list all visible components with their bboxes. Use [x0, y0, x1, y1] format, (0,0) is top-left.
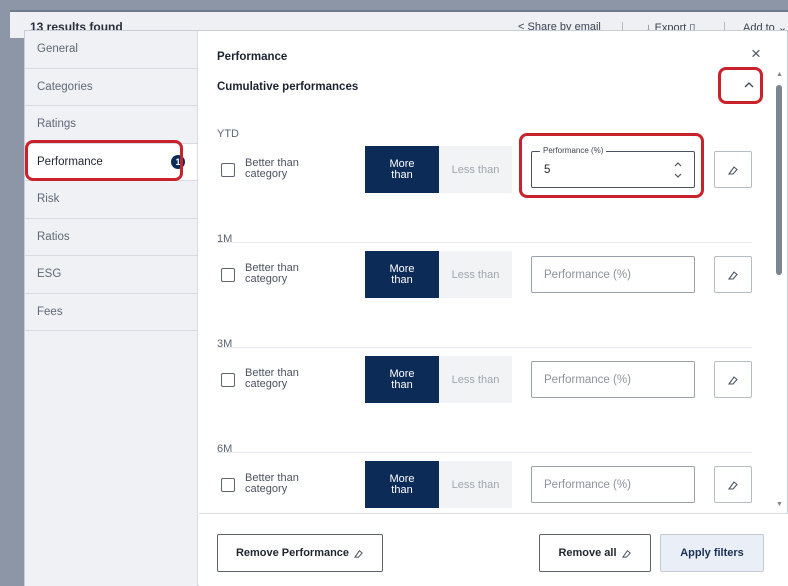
less-than-toggle[interactable]: Less than: [439, 461, 512, 508]
more-than-toggle[interactable]: More than: [365, 461, 439, 508]
reset-row-button[interactable]: [714, 151, 752, 188]
checkbox-label: Better than category: [245, 367, 299, 390]
row-1m: 1M Better than category More than Less t…: [199, 206, 774, 311]
better-than-category-checkbox[interactable]: [221, 163, 235, 177]
better-than-category-checkbox[interactable]: [221, 478, 235, 492]
row-label: YTD: [217, 128, 239, 140]
number-stepper[interactable]: [674, 162, 682, 178]
more-than-toggle[interactable]: More than: [365, 146, 439, 193]
less-than-toggle[interactable]: Less than: [439, 251, 512, 298]
row-3m: 3M Better than category More than Less t…: [199, 311, 774, 416]
eraser-icon: [727, 270, 738, 280]
scrollbar-thumb[interactable]: [776, 85, 782, 275]
apply-filters-button[interactable]: Apply filters: [660, 534, 764, 572]
better-than-category-checkbox[interactable]: [221, 268, 235, 282]
collapse-section-button[interactable]: [737, 73, 761, 97]
row-label: 1M: [217, 233, 233, 245]
stepper-down-icon[interactable]: [674, 173, 682, 178]
sidebar-item-esg[interactable]: ESG: [25, 256, 197, 294]
more-than-toggle[interactable]: More than: [365, 251, 439, 298]
row-ytd: YTD Better than category More than Less …: [199, 101, 774, 206]
close-icon: ×: [751, 44, 761, 63]
performance-rows: YTD Better than category More than Less …: [199, 101, 774, 511]
eraser-icon: [727, 375, 738, 385]
performance-input[interactable]: Performance (%): [531, 466, 695, 503]
sidebar-item-performance[interactable]: Performance 1: [25, 143, 197, 181]
row-6m: 6M Better than category More than Less t…: [199, 416, 774, 511]
less-than-toggle[interactable]: Less than: [439, 146, 512, 193]
input-placeholder: Performance (%): [544, 373, 631, 386]
sidebar-item-fees[interactable]: Fees: [25, 294, 197, 331]
performance-input[interactable]: Performance (%): [531, 361, 695, 398]
input-placeholder: Performance (%): [544, 478, 631, 491]
sidebar-item-risk[interactable]: Risk: [25, 181, 197, 219]
more-than-toggle[interactable]: More than: [365, 356, 439, 403]
input-placeholder: Performance (%): [544, 268, 631, 281]
performance-input[interactable]: Performance (%): [531, 256, 695, 293]
chevron-up-icon: [744, 82, 754, 88]
row-label: 3M: [217, 338, 233, 350]
eraser-icon: [727, 480, 738, 490]
sidebar-item-general[interactable]: General: [25, 31, 197, 69]
scroll-up-arrow-icon[interactable]: ▲: [776, 71, 783, 78]
sidebar-item-ratings[interactable]: Ratings: [25, 106, 197, 144]
active-filter-count-badge: 1: [171, 154, 185, 169]
remove-performance-button[interactable]: Remove Performance: [217, 534, 383, 572]
modal-footer: Remove Performance Remove all Apply filt…: [199, 513, 788, 586]
checkbox-label: Better than category: [245, 472, 299, 495]
filter-sidebar: General Categories Ratings Performance 1…: [25, 31, 198, 586]
filter-panel: Performance × Cumulative performances YT…: [199, 31, 788, 586]
sidebar-item-categories[interactable]: Categories: [25, 69, 197, 106]
scrollbar[interactable]: ▲ ▼: [774, 71, 784, 511]
stepper-up-icon[interactable]: [674, 162, 682, 167]
remove-all-button[interactable]: Remove all: [539, 534, 651, 572]
performance-input[interactable]: Performance (%) 5: [531, 146, 695, 188]
sidebar-item-ratios[interactable]: Ratios: [25, 219, 197, 256]
eraser-icon: [621, 549, 631, 558]
better-than-category-checkbox[interactable]: [221, 373, 235, 387]
eraser-icon: [353, 549, 363, 558]
panel-title: Performance: [217, 51, 288, 63]
scroll-down-arrow-icon[interactable]: ▼: [776, 501, 783, 508]
row-label: 6M: [217, 443, 233, 455]
close-button[interactable]: ×: [747, 45, 765, 63]
less-than-toggle[interactable]: Less than: [439, 356, 512, 403]
input-value: 5: [544, 163, 551, 176]
checkbox-label: Better than category: [245, 157, 299, 180]
reset-row-button[interactable]: [714, 466, 752, 503]
filter-modal: General Categories Ratings Performance 1…: [24, 30, 788, 586]
section-title: Cumulative performances: [217, 81, 359, 93]
reset-row-button[interactable]: [714, 256, 752, 293]
checkbox-label: Better than category: [245, 262, 299, 285]
eraser-icon: [727, 165, 738, 175]
reset-row-button[interactable]: [714, 361, 752, 398]
input-floating-label: Performance (%): [540, 146, 607, 156]
